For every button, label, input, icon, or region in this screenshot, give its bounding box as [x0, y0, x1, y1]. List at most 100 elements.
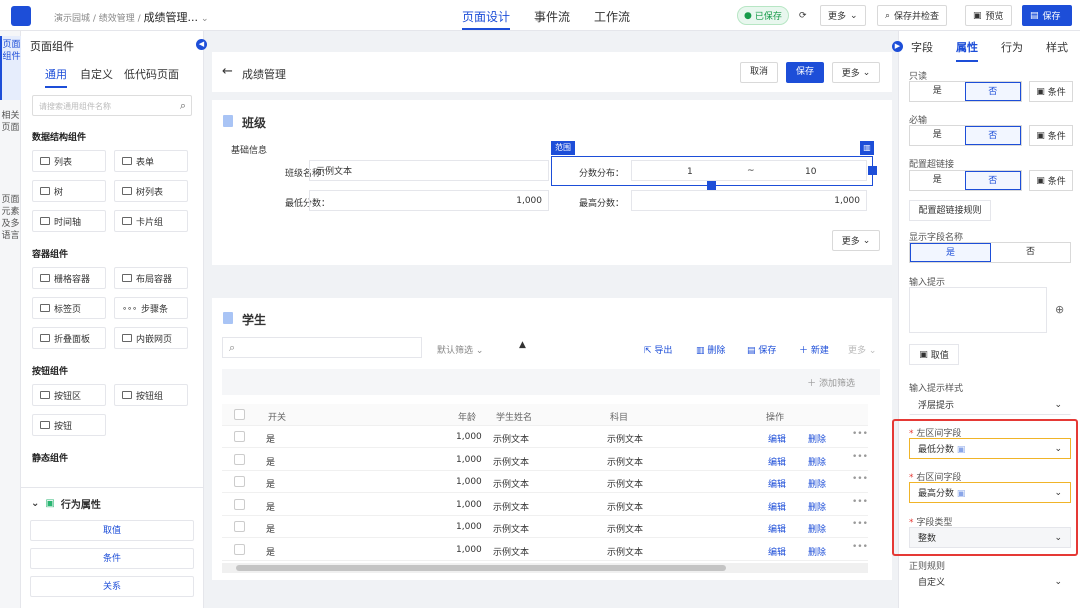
fetch-button[interactable]: ▣ 取值	[909, 344, 959, 365]
component-item[interactable]: 按钮	[32, 414, 106, 436]
globe-icon[interactable]: ⊕	[1055, 303, 1064, 316]
vtab-page-elements[interactable]: 页面元素及多语言	[0, 191, 21, 301]
field-type-select[interactable]: 整数 ⌄	[909, 527, 1071, 548]
option-yes[interactable]: 是	[910, 171, 965, 190]
component-item[interactable]: 树	[32, 180, 106, 202]
delete-link[interactable]: 删除	[808, 545, 826, 558]
scrollbar-thumb[interactable]	[236, 565, 726, 571]
component-item[interactable]: 树列表	[114, 180, 188, 202]
tab-page-design[interactable]: 页面设计	[462, 8, 511, 30]
resize-handle[interactable]	[707, 181, 716, 190]
option-no[interactable]: 否	[991, 243, 1070, 262]
delete-link[interactable]: 删除	[808, 477, 826, 490]
delete-link[interactable]: 删除	[808, 432, 826, 445]
ellipsis-icon[interactable]: •••	[852, 452, 868, 462]
tab-custom[interactable]: 自定义	[80, 66, 113, 82]
more-fields-button[interactable]: 更多 ⌄	[832, 230, 880, 251]
option-yes[interactable]: 是	[910, 82, 965, 101]
caret-up-icon[interactable]: ▲	[519, 340, 526, 350]
tab-field[interactable]: 字段	[911, 39, 933, 55]
score-range-input[interactable]: 1 ~ 10	[631, 160, 867, 181]
component-item[interactable]: 按钮组	[114, 384, 188, 406]
min-score-field[interactable]: 1,000	[309, 190, 549, 211]
ellipsis-icon[interactable]: •••	[852, 519, 868, 529]
row-checkbox[interactable]	[234, 498, 245, 510]
table-row[interactable]: 是 1,000 示例文本 示例文本 编辑 删除 •••	[222, 539, 868, 561]
table-row[interactable]: 是 1,000 示例文本 示例文本 编辑 删除 •••	[222, 516, 868, 538]
show-name-toggle[interactable]: 是否	[909, 242, 1071, 263]
expand-icon[interactable]: ▶	[892, 41, 903, 52]
chevron-down-icon[interactable]: ⌄	[201, 14, 209, 24]
back-arrow-icon[interactable]: ←	[222, 64, 233, 79]
hyperlink-rule-button[interactable]: 配置超链接规则	[909, 200, 991, 221]
save-button[interactable]: 保存	[786, 62, 824, 83]
left-field-select[interactable]: 最低分数 ▣ ⌄	[909, 438, 1071, 459]
edit-link[interactable]: 编辑	[768, 545, 786, 558]
tab-behavior[interactable]: 行为	[1001, 39, 1023, 55]
required-toggle[interactable]: 是否	[909, 125, 1022, 146]
option-no[interactable]: 否	[964, 126, 1021, 145]
tab-lowcode-page[interactable]: 低代码页面	[124, 66, 179, 82]
component-item[interactable]: 按钮区	[32, 384, 106, 406]
more-button[interactable]: 更多 ⌄	[832, 62, 880, 83]
component-item[interactable]: 表单	[114, 150, 188, 172]
select-all-checkbox[interactable]	[234, 409, 245, 420]
hyperlink-toggle[interactable]: 是否	[909, 170, 1022, 191]
row-checkbox[interactable]	[234, 476, 245, 487]
hint-style-select[interactable]: 浮层提示 ⌄	[909, 394, 1071, 415]
edit-link[interactable]: 编辑	[768, 477, 786, 490]
option-no[interactable]: 否	[964, 171, 1021, 190]
ellipsis-icon[interactable]: •••	[852, 542, 868, 552]
breadcrumb-item[interactable]: 演示园城	[54, 14, 90, 24]
component-item[interactable]: 折叠面板	[32, 327, 106, 349]
row-checkbox[interactable]	[234, 521, 245, 532]
resize-handle[interactable]	[868, 166, 877, 175]
option-yes[interactable]: 是	[910, 243, 991, 262]
readonly-condition-button[interactable]: ▣ 条件	[1029, 81, 1073, 102]
default-filter-select[interactable]: 默认筛选 ⌄	[437, 343, 483, 356]
table-row[interactable]: 是 1,000 示例文本 示例文本 编辑 删除 •••	[222, 471, 868, 493]
cancel-button[interactable]: 取消	[740, 62, 778, 83]
new-button[interactable]: ＋ 新建	[799, 343, 829, 356]
delete-link[interactable]: 删除	[808, 455, 826, 468]
save-check-button[interactable]: ⌕ 保存并检查	[877, 5, 948, 26]
table-search-input[interactable]: ⌕	[222, 337, 422, 358]
trash-icon[interactable]: ▥	[860, 141, 874, 155]
save-table-button[interactable]: ▤ 保存	[747, 343, 776, 356]
edit-link[interactable]: 编辑	[768, 455, 786, 468]
component-item[interactable]: 内嵌网页	[114, 327, 188, 349]
max-score-field[interactable]: 1,000	[631, 190, 867, 211]
vtab-related-pages[interactable]: 相关页面	[0, 107, 21, 163]
input-hint-textarea[interactable]	[909, 287, 1047, 333]
delete-link[interactable]: 删除	[808, 522, 826, 535]
ellipsis-icon[interactable]: •••	[852, 429, 868, 439]
component-item[interactable]: ∘∘∘ 步骤条	[114, 297, 188, 319]
row-checkbox[interactable]	[234, 543, 245, 555]
row-checkbox[interactable]	[234, 453, 245, 465]
edit-link[interactable]: 编辑	[768, 500, 786, 513]
behavior-header[interactable]: ⌄ ▣ 行为属性	[31, 496, 101, 511]
behavior-fetch-button[interactable]: 取值	[30, 520, 194, 541]
collapse-icon[interactable]: ◀	[196, 39, 207, 50]
required-condition-button[interactable]: ▣ 条件	[1029, 125, 1073, 146]
tab-event-flow[interactable]: 事件流	[534, 8, 570, 30]
tab-style[interactable]: 样式	[1046, 39, 1068, 55]
add-filter-button[interactable]: ＋ 添加筛选	[807, 376, 855, 389]
table-row[interactable]: 是 1,000 示例文本 示例文本 编辑 删除 •••	[222, 426, 868, 448]
more-button[interactable]: 更多 ⌄	[820, 5, 866, 26]
component-item[interactable]: 布局容器	[114, 267, 188, 289]
breadcrumb-item[interactable]: 绩效管理	[99, 14, 135, 24]
component-item[interactable]: 栅格容器	[32, 267, 106, 289]
ellipsis-icon[interactable]: •••	[852, 497, 868, 507]
tab-common[interactable]: 通用	[45, 66, 67, 88]
row-checkbox[interactable]	[234, 431, 245, 442]
option-yes[interactable]: 是	[910, 126, 965, 145]
readonly-toggle[interactable]: 是否	[909, 81, 1022, 102]
regex-select[interactable]: 自定义 ⌄	[909, 571, 1071, 592]
behavior-condition-button[interactable]: 条件	[30, 548, 194, 569]
hyperlink-condition-button[interactable]: ▣ 条件	[1029, 170, 1073, 191]
horizontal-scrollbar[interactable]	[222, 563, 868, 573]
component-item[interactable]: 标签页	[32, 297, 106, 319]
edit-link[interactable]: 编辑	[768, 432, 786, 445]
delete-button[interactable]: ▥ 删除	[696, 343, 725, 356]
